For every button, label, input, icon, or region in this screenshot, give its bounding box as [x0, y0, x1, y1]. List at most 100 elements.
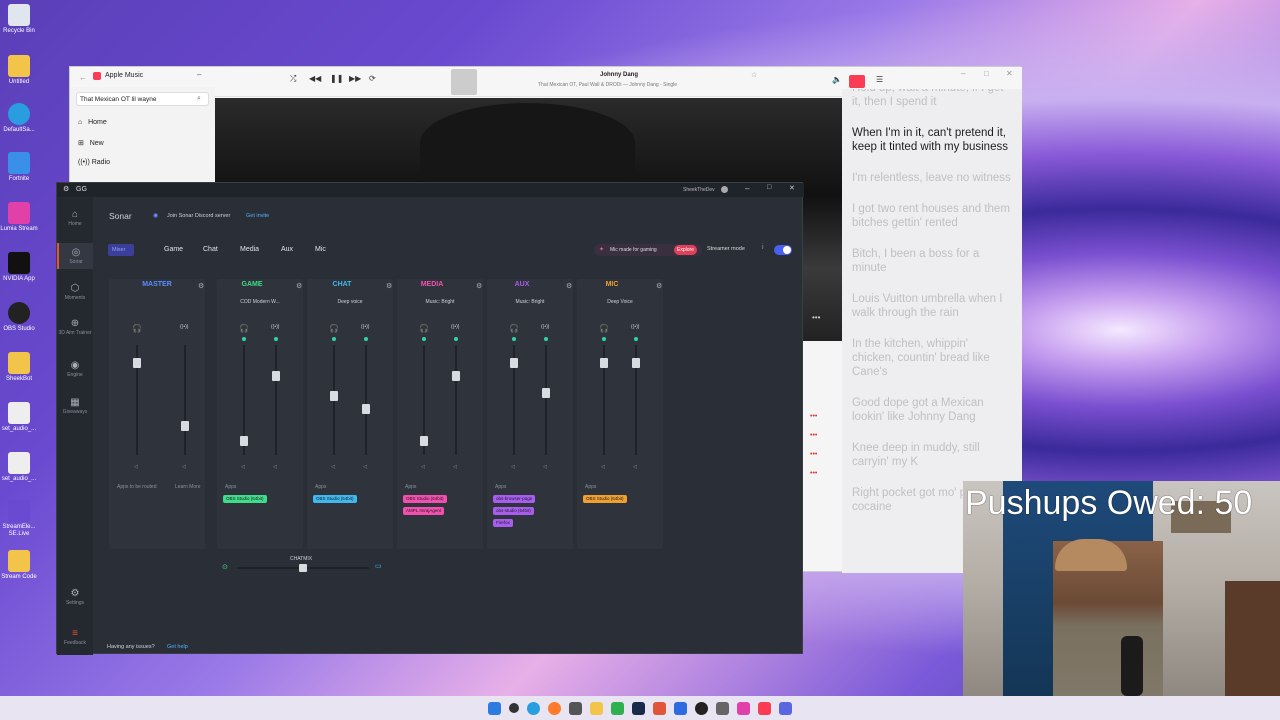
tab-mixer[interactable]: Mixer	[108, 244, 134, 256]
obs-taskbar-icon[interactable]	[695, 701, 708, 715]
slider-knob[interactable]	[330, 391, 338, 401]
app-chip[interactable]: OBS Studio (64bit)	[313, 495, 357, 503]
lyrics-button[interactable]	[849, 75, 865, 88]
channel-settings-icon[interactable]: ⚙	[656, 282, 662, 290]
channel-settings-icon[interactable]: ⚙	[476, 282, 482, 290]
queue-icon[interactable]: ☰	[876, 75, 883, 84]
app-chip[interactable]: AMPL ImrajAgent	[403, 507, 445, 515]
window-close-icon[interactable]: ✕	[1006, 69, 1013, 78]
chatmix-knob[interactable]	[299, 564, 307, 572]
desktop-icon-lumia[interactable]: Lumia Stream	[0, 202, 38, 233]
desktop-icon-recycle-bin[interactable]: Recycle Bin	[0, 4, 38, 35]
edge-icon[interactable]	[527, 701, 540, 715]
tab-game[interactable]: Game	[164, 246, 183, 253]
pause-icon[interactable]: ❚❚	[330, 74, 343, 83]
channel-settings-icon[interactable]: ⚙	[566, 282, 572, 290]
app-chip[interactable]: Firefox	[493, 519, 513, 527]
volume-slider[interactable]	[184, 345, 186, 455]
lyric-line[interactable]: Hold up, wait a minute, if I get it, the…	[842, 89, 1022, 109]
desktop-icon-streamelements[interactable]: StreamEle... SE.Live	[0, 500, 38, 538]
headphones-icon[interactable]: 🎧	[329, 324, 339, 333]
desktop-icon-untitled[interactable]: Untitled	[0, 55, 38, 86]
channel-settings-icon[interactable]: ⚙	[386, 282, 392, 290]
app-chip[interactable]: OBS Studio (64bit)	[583, 495, 627, 503]
desktop-icon-stream-code[interactable]: Stream Code	[0, 550, 38, 581]
tab-aux[interactable]: Aux	[281, 246, 293, 253]
app-chip[interactable]: OBS Studio (64bit)	[403, 495, 447, 503]
mute-icon[interactable]: ◁	[241, 464, 245, 470]
vscode-icon[interactable]	[674, 701, 687, 715]
favorite-icon[interactable]: ☆	[751, 71, 757, 79]
search-icon[interactable]	[509, 703, 519, 713]
minimize-icon[interactable]: –	[745, 184, 749, 193]
stream-icon[interactable]: ((•))	[541, 324, 549, 330]
volume-slider[interactable]	[545, 345, 547, 455]
lumia-taskbar-icon[interactable]	[737, 701, 750, 715]
slider-knob[interactable]	[133, 358, 141, 368]
channel-preset[interactable]: Deep Voice	[577, 299, 663, 308]
channel-settings-icon[interactable]: ⚙	[296, 282, 302, 290]
volume-slider[interactable]	[455, 345, 457, 455]
nav-home[interactable]: ⌂ Home	[57, 209, 93, 227]
lyric-line[interactable]: Bitch, I been a boss for a minute	[842, 247, 1022, 275]
mute-icon[interactable]: ◁	[421, 464, 425, 470]
headphones-icon[interactable]: 🎧	[599, 324, 609, 333]
desktop-icon-sheekbot[interactable]: SheekBot	[0, 352, 38, 383]
minimize-icon[interactable]: –	[197, 70, 201, 79]
slider-knob[interactable]	[420, 436, 428, 446]
lyric-line[interactable]: I got two rent houses and them bitches g…	[842, 202, 1022, 230]
lyric-line[interactable]: In the kitchen, whippin' chicken, counti…	[842, 337, 1022, 379]
previous-icon[interactable]: ◀◀	[309, 74, 321, 83]
desktop-icon-nvidia[interactable]: NVIDIA App	[0, 252, 38, 283]
user-name[interactable]: SheekTheDev	[683, 187, 715, 193]
mute-icon[interactable]: ◁	[543, 464, 547, 470]
channel-preset[interactable]: Music: Bright	[397, 299, 483, 308]
mute-icon[interactable]: ◁	[633, 464, 637, 470]
headphones-icon[interactable]: 🎧	[132, 324, 142, 333]
headphones-icon[interactable]: 🎧	[239, 324, 249, 333]
repeat-icon[interactable]: ⟳	[369, 74, 376, 83]
streamer-mode-toggle[interactable]	[774, 245, 792, 255]
back-icon[interactable]: ←	[79, 73, 87, 82]
apple-music-taskbar-icon[interactable]	[758, 701, 771, 715]
stream-icon[interactable]: ((•))	[180, 324, 188, 330]
explore-button[interactable]: Explore	[674, 245, 697, 255]
shuffle-icon[interactable]: ⤮	[290, 74, 296, 84]
headphones-icon[interactable]: 🎧	[419, 324, 429, 333]
nav-sonar[interactable]: ◎ Sonar	[57, 243, 93, 269]
mute-icon[interactable]: ◁	[273, 464, 277, 470]
avatar[interactable]	[721, 186, 728, 193]
slider-knob[interactable]	[632, 358, 640, 368]
channel-preset[interactable]: COD Modern W...	[217, 299, 303, 308]
nav-giveaways[interactable]: ▦ Giveaways	[57, 397, 93, 415]
next-icon[interactable]: ▶▶	[349, 74, 361, 83]
learn-more-link[interactable]: Learn More	[175, 484, 201, 490]
stream-icon[interactable]: ((•))	[451, 324, 459, 330]
gg-taskbar-icon[interactable]	[653, 701, 666, 715]
tab-mic[interactable]: Mic	[315, 246, 326, 253]
stream-icon[interactable]: ((•))	[631, 324, 639, 330]
volume-slider[interactable]	[365, 345, 367, 455]
track-list-more[interactable]: ••• ••• ••• •••	[810, 407, 817, 483]
steam-icon[interactable]	[632, 701, 645, 715]
nav-engine[interactable]: ◉ Engine	[57, 360, 93, 378]
mute-icon[interactable]: ◁	[134, 464, 138, 470]
mute-icon[interactable]: ◁	[453, 464, 457, 470]
lyric-line[interactable]: When I'm in it, can't pretend it, keep i…	[842, 126, 1022, 154]
discord-taskbar-icon[interactable]	[779, 701, 792, 715]
nav-aim-trainer[interactable]: ⊕ 3D Aim Trainer	[57, 318, 93, 336]
slider-knob[interactable]	[362, 404, 370, 414]
channel-preset[interactable]: Deep voice	[307, 299, 393, 308]
terminal-icon[interactable]	[569, 701, 582, 715]
sidebar-item-new[interactable]: ⊞ New	[78, 139, 104, 147]
channel-preset[interactable]: Music: Bright	[487, 299, 573, 308]
desktop-icon-edge[interactable]: DefaultSa...	[0, 103, 38, 134]
app-chip[interactable]: OBS Studio (64bit)	[223, 495, 267, 503]
xbox-icon[interactable]	[611, 701, 624, 715]
stream-icon[interactable]: ((•))	[361, 324, 369, 330]
nav-settings[interactable]: ⚙ Settings	[57, 588, 93, 606]
nav-moments[interactable]: ⬡ Moments	[57, 283, 93, 301]
headphones-icon[interactable]: 🎧	[509, 324, 519, 333]
file-explorer-icon[interactable]	[590, 701, 603, 715]
get-help-link[interactable]: Get help	[167, 644, 188, 650]
